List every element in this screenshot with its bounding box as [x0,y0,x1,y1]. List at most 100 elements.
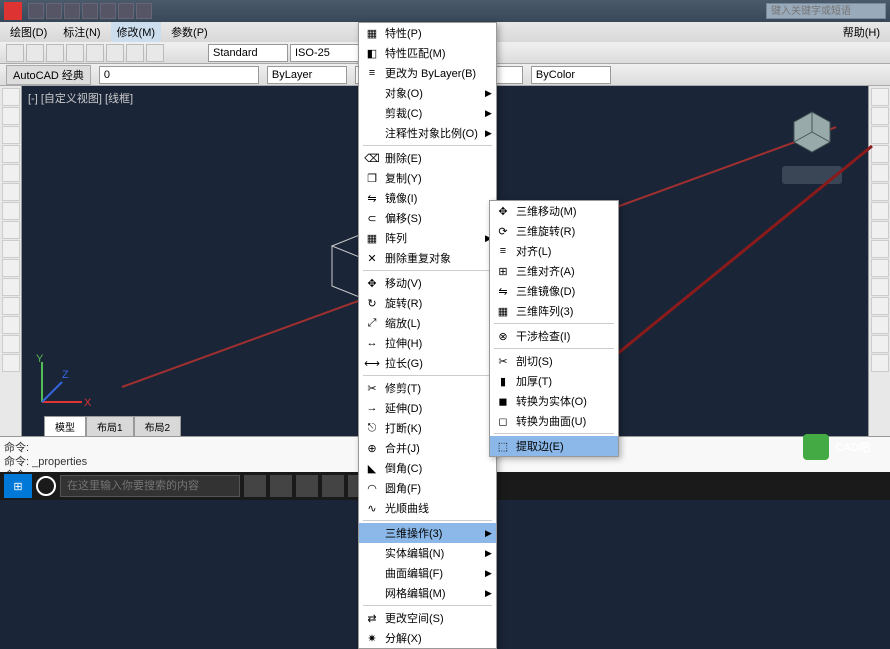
mi-chamfer[interactable]: ◣倒角(C) [359,458,496,478]
mi-object[interactable]: 对象(O)▶ [359,83,496,103]
mod-tool[interactable] [871,278,889,296]
tool-btn[interactable] [6,44,24,62]
mi-array[interactable]: ▦阵列▶ [359,228,496,248]
view-cube[interactable] [786,106,838,158]
mod-tool[interactable] [871,335,889,353]
qat-btn[interactable] [100,3,116,19]
mi-clip[interactable]: 剪裁(C)▶ [359,103,496,123]
mi-extend[interactable]: →延伸(D) [359,398,496,418]
tool-btn[interactable] [66,44,84,62]
mi-erase[interactable]: ⌫删除(E) [359,148,496,168]
draw-tool[interactable] [2,221,20,239]
mi-3dalign[interactable]: ⊞三维对齐(A) [490,261,618,281]
mi-break[interactable]: ⎋打断(K) [359,418,496,438]
mi-thicken[interactable]: ▮加厚(T) [490,371,618,391]
draw-tool[interactable] [2,335,20,353]
tool-btn[interactable] [86,44,104,62]
mod-tool[interactable] [871,164,889,182]
mod-tool[interactable] [871,88,889,106]
mi-surface-edit[interactable]: 曲面编辑(F)▶ [359,563,496,583]
layer-combo[interactable]: 0 [99,66,259,84]
mi-fillet[interactable]: ◠圆角(F) [359,478,496,498]
draw-tool[interactable] [2,297,20,315]
view-label[interactable]: [-] [自定义视图] [线框] [28,90,133,106]
draw-tool[interactable] [2,240,20,258]
mi-rotate[interactable]: ↻旋转(R) [359,293,496,313]
mi-mirror[interactable]: ⇋镜像(I) [359,188,496,208]
task-icon[interactable] [270,475,292,497]
cortana-icon[interactable] [36,476,56,496]
mi-3d-operations[interactable]: 三维操作(3)▶ [359,523,496,543]
mod-tool[interactable] [871,316,889,334]
task-icon[interactable] [296,475,318,497]
tab-layout1[interactable]: 布局1 [86,416,134,437]
mi-change-space[interactable]: ⇄更改空间(S) [359,608,496,628]
taskbar-search-input[interactable] [61,476,239,496]
qat-btn[interactable] [46,3,62,19]
mi-move[interactable]: ✥移动(V) [359,273,496,293]
mi-3darray[interactable]: ▦三维阵列(3) [490,301,618,321]
mod-tool[interactable] [871,202,889,220]
draw-tool[interactable] [2,278,20,296]
tool-btn[interactable] [126,44,144,62]
mi-explode[interactable]: ✷分解(X) [359,628,496,648]
mi-tosurface[interactable]: ◻转换为曲面(U) [490,411,618,431]
task-icon[interactable] [322,475,344,497]
mi-offset[interactable]: ⊂偏移(S) [359,208,496,228]
menu-annotate[interactable]: 标注(N) [57,22,106,42]
draw-tool[interactable] [2,88,20,106]
mod-tool[interactable] [871,183,889,201]
draw-tool[interactable] [2,259,20,277]
plot-combo[interactable]: ByColor [531,66,611,84]
mi-trim[interactable]: ✂修剪(T) [359,378,496,398]
draw-tool[interactable] [2,164,20,182]
mi-deldup[interactable]: ✕删除重复对象 [359,248,496,268]
taskbar-search[interactable] [60,475,240,497]
mi-join[interactable]: ⊕合并(J) [359,438,496,458]
mod-tool[interactable] [871,354,889,372]
style-combo[interactable]: Standard [208,44,288,62]
mi-blend[interactable]: ∿光顺曲线 [359,498,496,518]
tab-layout2[interactable]: 布局2 [134,416,182,437]
color-combo[interactable]: ByLayer [267,66,347,84]
start-button[interactable]: ⊞ [4,474,32,498]
menu-help[interactable]: 帮助(H) [837,22,886,42]
qat-btn[interactable] [118,3,134,19]
mi-3dmove[interactable]: ✥三维移动(M) [490,201,618,221]
mod-tool[interactable] [871,145,889,163]
mi-copy[interactable]: ❐复制(Y) [359,168,496,188]
draw-tool[interactable] [2,354,20,372]
mi-3dmirror[interactable]: ⇋三维镜像(D) [490,281,618,301]
mod-tool[interactable] [871,221,889,239]
qat-btn[interactable] [28,3,44,19]
draw-tool[interactable] [2,145,20,163]
draw-tool[interactable] [2,126,20,144]
mi-lengthen[interactable]: ⟷拉长(G) [359,353,496,373]
mi-3drotate[interactable]: ⟳三维旋转(R) [490,221,618,241]
tab-model[interactable]: 模型 [44,416,86,437]
workspace-label[interactable]: AutoCAD 经典 [6,65,91,85]
mi-change-bylayer[interactable]: ≡更改为 ByLayer(B) [359,63,496,83]
mod-tool[interactable] [871,107,889,125]
mi-solid-edit[interactable]: 实体编辑(N)▶ [359,543,496,563]
mi-interfere[interactable]: ⊗干涉检查(I) [490,326,618,346]
mi-properties[interactable]: ▦特性(P) [359,23,496,43]
help-search[interactable] [766,3,886,19]
mi-slice[interactable]: ✂剖切(S) [490,351,618,371]
mod-tool[interactable] [871,126,889,144]
draw-tool[interactable] [2,316,20,334]
draw-tool[interactable] [2,202,20,220]
tool-btn[interactable] [146,44,164,62]
draw-tool[interactable] [2,183,20,201]
mi-align[interactable]: ≡对齐(L) [490,241,618,261]
mi-extract-edges[interactable]: ⬚提取边(E) [490,436,618,456]
mod-tool[interactable] [871,259,889,277]
mi-match-props[interactable]: ◧特性匹配(M) [359,43,496,63]
mi-tosolid[interactable]: ◼转换为实体(O) [490,391,618,411]
tool-btn[interactable] [26,44,44,62]
help-search-input[interactable] [767,4,885,18]
tool-btn[interactable] [106,44,124,62]
mi-stretch[interactable]: ↔拉伸(H) [359,333,496,353]
mod-tool[interactable] [871,240,889,258]
mod-tool[interactable] [871,297,889,315]
